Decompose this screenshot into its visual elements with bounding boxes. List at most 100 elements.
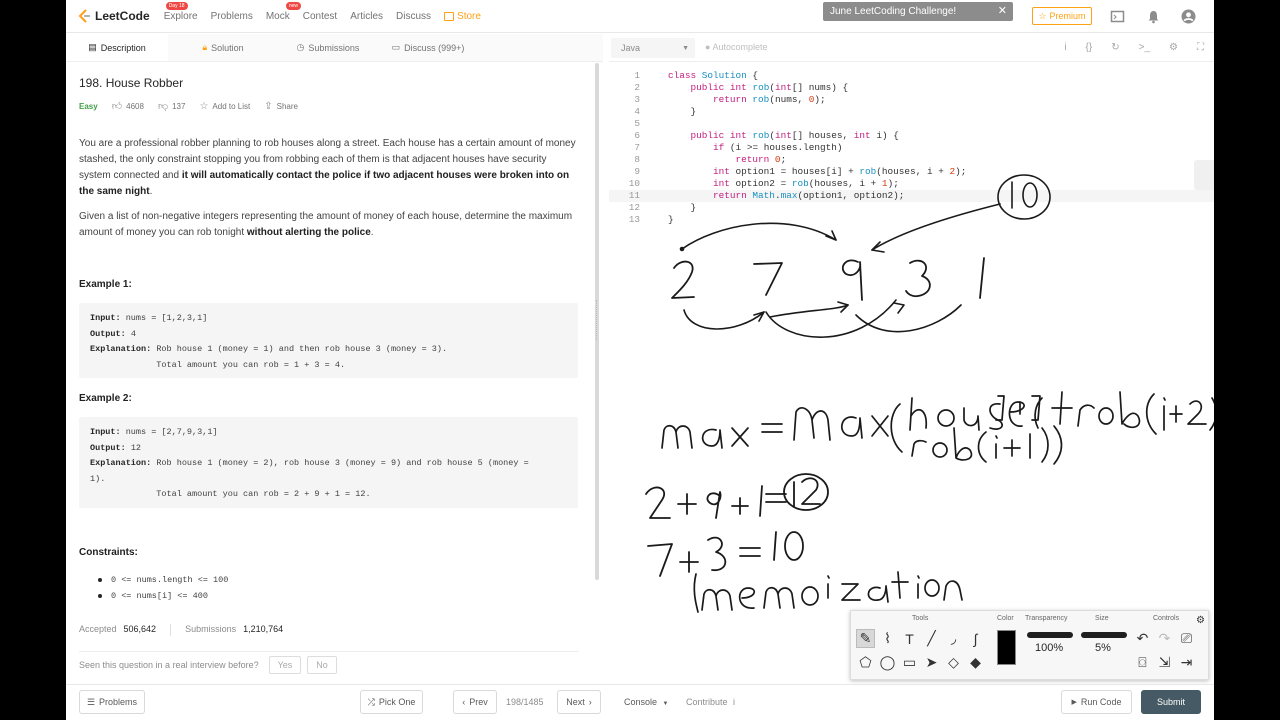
yes-button[interactable]: Yes bbox=[268, 656, 302, 674]
close-icon[interactable]: ✕ bbox=[998, 4, 1007, 17]
code-line[interactable]: 9 int option1 = houses[i] + rob(houses, … bbox=[609, 166, 1214, 178]
no-button[interactable]: No bbox=[307, 656, 337, 674]
premium-button[interactable]: ☆ Premium bbox=[1032, 7, 1092, 25]
problem-description-2: Given a list of non-negative integers re… bbox=[79, 209, 579, 241]
pick-one-button[interactable]: ⤮ Pick One bbox=[360, 690, 423, 714]
code-line[interactable]: 6 public int rob(int[] houses, int i) { bbox=[609, 130, 1214, 142]
text-icon[interactable]: T bbox=[900, 629, 919, 648]
line-icon[interactable]: ╱ bbox=[922, 629, 941, 648]
nav-problems[interactable]: Problems bbox=[211, 11, 253, 22]
rectangle-icon[interactable]: ▭ bbox=[900, 653, 919, 672]
leetcode-window: LeetCode Day 18 Explore Problems new Moc… bbox=[66, 0, 1214, 720]
nav-contest[interactable]: Contest bbox=[303, 11, 337, 22]
submit-button[interactable]: Submit bbox=[1141, 690, 1201, 714]
example2-block: Input: nums = [2,7,9,3,1] Output: 12 Exp… bbox=[79, 417, 578, 508]
fill-bucket-icon[interactable]: ◆ bbox=[966, 653, 985, 672]
code-text: } bbox=[668, 106, 697, 117]
nav-explore[interactable]: Day 18 Explore bbox=[164, 1, 198, 22]
code-line[interactable]: 5 bbox=[609, 118, 1214, 130]
constraint-text: 0 <= nums.length <= 100 bbox=[111, 575, 229, 585]
nav-store[interactable]: Store bbox=[444, 11, 481, 22]
info-icon[interactable]: i bbox=[1064, 42, 1066, 53]
divider bbox=[170, 624, 172, 636]
example2-input-label: Input: bbox=[90, 427, 121, 437]
code-line[interactable]: 13} bbox=[609, 214, 1214, 226]
dislike-button[interactable]: 👎︎ 137 bbox=[158, 100, 186, 112]
braces-icon[interactable]: {} bbox=[1086, 42, 1093, 53]
language-select[interactable]: Java ▼ bbox=[611, 38, 695, 58]
code-line[interactable]: 10 int option2 = rob(houses, i + 1); bbox=[609, 178, 1214, 190]
code-line[interactable]: 3 return rob(nums, 0); bbox=[609, 94, 1214, 106]
playground-icon[interactable] bbox=[1110, 9, 1125, 24]
transparency-slider[interactable] bbox=[1027, 632, 1073, 638]
tab-description[interactable]: ▤ Description bbox=[66, 34, 168, 61]
terminal-icon[interactable]: >_ bbox=[1139, 42, 1150, 53]
code-line[interactable]: 8 return 0; bbox=[609, 154, 1214, 166]
polygon-icon[interactable]: ⬠ bbox=[856, 653, 875, 672]
clear-icon[interactable]: ⎚ bbox=[1177, 629, 1196, 648]
settings-icon[interactable]: ⚙ bbox=[1169, 42, 1178, 53]
tab-solution[interactable]: 🔒︎ Solution bbox=[168, 34, 278, 61]
problem-description-1: You are a professional robber planning t… bbox=[79, 136, 579, 200]
eyedropper-icon[interactable]: ⌇ bbox=[878, 629, 897, 648]
eraser-icon[interactable]: ◇ bbox=[944, 653, 963, 672]
code-editor[interactable]: 1 class Solution {2 public int rob(int[] … bbox=[609, 70, 1214, 226]
console-toggle[interactable]: Console ▼ bbox=[624, 697, 669, 707]
challenge-banner[interactable]: June LeetCoding Challenge! ✕ bbox=[823, 2, 1013, 21]
reset-icon[interactable]: ↻ bbox=[1111, 42, 1119, 53]
line-number: 2 bbox=[634, 82, 640, 93]
exit-icon[interactable]: ⇥ bbox=[1177, 653, 1196, 672]
pane-splitter[interactable] bbox=[596, 300, 598, 340]
autocomplete-toggle[interactable]: ● Autocomplete bbox=[705, 42, 768, 52]
prev-button[interactable]: ‹ Prev bbox=[453, 690, 497, 714]
code-line[interactable]: 7 if (i >= houses.length) bbox=[609, 142, 1214, 154]
ellipse-icon[interactable]: ◯ bbox=[878, 653, 897, 672]
tab-solution-label: Solution bbox=[211, 42, 244, 53]
redo-icon[interactable]: ↷ bbox=[1155, 629, 1174, 648]
side-panel-tab[interactable] bbox=[1194, 160, 1214, 190]
add-to-list-button[interactable]: ☆ Add to List bbox=[199, 101, 250, 112]
freehand-icon[interactable]: ∫ bbox=[966, 629, 985, 648]
tab-submissions[interactable]: ◷ Submissions bbox=[278, 34, 378, 61]
size-slider[interactable] bbox=[1081, 632, 1127, 638]
gear-icon[interactable]: ⚙ bbox=[1191, 611, 1210, 630]
like-button[interactable]: 👍︎ 4608 bbox=[112, 100, 144, 112]
handwritten-recurrence bbox=[661, 391, 1214, 465]
language-value: Java bbox=[621, 43, 641, 53]
tab-discuss-label: Discuss (999+) bbox=[404, 42, 465, 53]
code-line[interactable]: 4 } bbox=[609, 106, 1214, 118]
nav-articles[interactable]: Articles bbox=[350, 11, 383, 22]
code-line[interactable]: 2 public int rob(int[] nums) { bbox=[609, 82, 1214, 94]
undo-icon[interactable]: ↶ bbox=[1133, 629, 1152, 648]
nav-mock[interactable]: new Mock bbox=[266, 1, 302, 22]
curve-icon[interactable]: ◞ bbox=[944, 629, 963, 648]
problems-button[interactable]: ☰ Problems bbox=[79, 690, 145, 714]
star-icon: ☆ bbox=[1038, 10, 1047, 21]
collapse-icon[interactable]: ⇲ bbox=[1155, 653, 1174, 672]
color-swatch[interactable] bbox=[997, 630, 1016, 665]
constraint-item: 0 <= nums.length <= 100 bbox=[79, 572, 579, 588]
example1-heading: Example 1: bbox=[79, 279, 132, 290]
line-number: 3 bbox=[634, 94, 640, 105]
tab-discuss[interactable]: ▭ Discuss (999+) bbox=[378, 34, 478, 61]
camera-icon[interactable]: ⌼ bbox=[1133, 653, 1152, 672]
cursor-icon[interactable]: ➤ bbox=[922, 653, 941, 672]
contribute-link[interactable]: Contribute i bbox=[686, 697, 735, 707]
line-number: 1 bbox=[634, 70, 640, 81]
run-code-button[interactable]: ▶ Run Code bbox=[1061, 690, 1132, 714]
pen-icon[interactable]: ✎ bbox=[856, 629, 875, 648]
logo[interactable]: LeetCode bbox=[78, 9, 150, 23]
problem-title: 198. House Robber bbox=[79, 76, 184, 90]
bell-icon[interactable] bbox=[1146, 9, 1161, 24]
comment-icon: ▭ bbox=[391, 42, 401, 52]
code-line[interactable]: 11 return Math.max(option1, option2); bbox=[609, 190, 1214, 202]
share-button[interactable]: ⇪ Share bbox=[264, 101, 298, 112]
leetcode-logo-icon bbox=[78, 9, 90, 23]
fullscreen-icon[interactable]: ⛶ bbox=[1197, 42, 1204, 53]
avatar-icon[interactable] bbox=[1181, 9, 1196, 24]
code-line[interactable]: 12 } bbox=[609, 202, 1214, 214]
next-button[interactable]: Next › bbox=[557, 690, 601, 714]
accepted-label: Accepted bbox=[79, 624, 117, 634]
code-line[interactable]: 1 class Solution { bbox=[609, 70, 1214, 82]
nav-discuss[interactable]: Discuss bbox=[396, 11, 431, 22]
